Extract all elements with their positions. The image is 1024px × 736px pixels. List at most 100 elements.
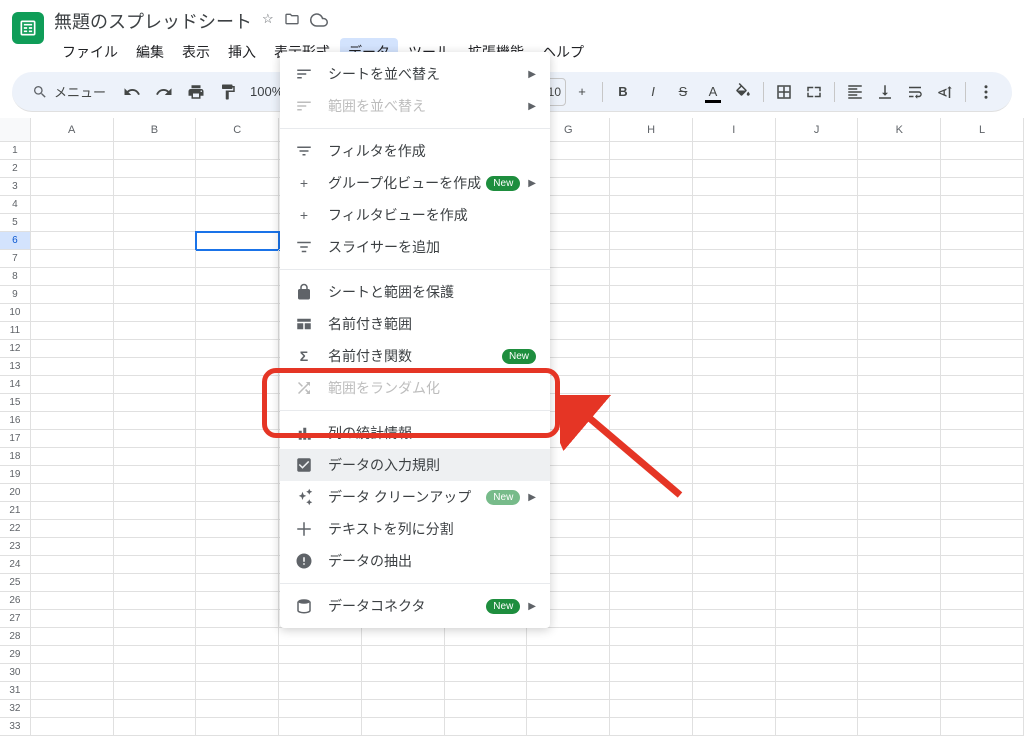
row-header[interactable]: 14	[0, 376, 31, 394]
row-header[interactable]: 3	[0, 178, 31, 196]
cell[interactable]	[941, 142, 1024, 160]
cell[interactable]	[941, 574, 1024, 592]
cell[interactable]	[941, 664, 1024, 682]
cell[interactable]	[776, 268, 859, 286]
row-header[interactable]: 28	[0, 628, 31, 646]
cell[interactable]	[941, 520, 1024, 538]
cell[interactable]	[693, 196, 776, 214]
cell[interactable]	[196, 412, 279, 430]
cell[interactable]	[693, 520, 776, 538]
star-icon[interactable]: ☆	[262, 11, 274, 32]
cell[interactable]	[31, 358, 114, 376]
cell[interactable]	[858, 682, 941, 700]
cell[interactable]	[858, 556, 941, 574]
redo-button[interactable]	[150, 78, 178, 106]
cell[interactable]	[610, 502, 693, 520]
column-header[interactable]: K	[858, 118, 941, 142]
cell[interactable]	[693, 376, 776, 394]
cell[interactable]	[196, 232, 279, 250]
cell[interactable]	[776, 556, 859, 574]
cell[interactable]	[610, 232, 693, 250]
cell[interactable]	[31, 430, 114, 448]
cell[interactable]	[196, 448, 279, 466]
cell[interactable]	[693, 286, 776, 304]
cell[interactable]	[693, 574, 776, 592]
cell[interactable]	[196, 484, 279, 502]
cell[interactable]	[31, 574, 114, 592]
cell[interactable]	[610, 160, 693, 178]
cell[interactable]	[196, 520, 279, 538]
cloud-status-icon[interactable]	[310, 11, 328, 32]
cell[interactable]	[941, 502, 1024, 520]
cell[interactable]	[776, 664, 859, 682]
cell[interactable]	[114, 466, 197, 484]
cell[interactable]	[114, 250, 197, 268]
cell[interactable]	[858, 268, 941, 286]
cell[interactable]	[610, 430, 693, 448]
row-header[interactable]: 6	[0, 232, 31, 250]
cell[interactable]	[114, 340, 197, 358]
borders-button[interactable]	[770, 78, 798, 106]
cell[interactable]	[941, 376, 1024, 394]
cell[interactable]	[693, 358, 776, 376]
cell[interactable]	[858, 448, 941, 466]
cell[interactable]	[693, 700, 776, 718]
cell[interactable]	[31, 664, 114, 682]
cell[interactable]	[610, 178, 693, 196]
cell[interactable]	[114, 430, 197, 448]
cell[interactable]	[693, 502, 776, 520]
cell[interactable]	[114, 160, 197, 178]
cell[interactable]	[196, 340, 279, 358]
row-header[interactable]: 33	[0, 718, 31, 736]
cell[interactable]	[31, 646, 114, 664]
column-header[interactable]: A	[31, 118, 114, 142]
cell[interactable]	[858, 520, 941, 538]
cell[interactable]	[941, 358, 1024, 376]
cell[interactable]	[196, 610, 279, 628]
horizontal-align-button[interactable]	[841, 78, 869, 106]
cell[interactable]	[610, 304, 693, 322]
menu-view[interactable]: 表示	[174, 38, 218, 66]
cell[interactable]	[776, 160, 859, 178]
cell[interactable]	[693, 430, 776, 448]
cell[interactable]	[610, 466, 693, 484]
cell[interactable]	[858, 214, 941, 232]
fill-color-button[interactable]	[729, 78, 757, 106]
cell[interactable]	[610, 646, 693, 664]
cell[interactable]	[610, 610, 693, 628]
cell[interactable]	[114, 700, 197, 718]
row-header[interactable]: 25	[0, 574, 31, 592]
undo-button[interactable]	[118, 78, 146, 106]
cell[interactable]	[114, 286, 197, 304]
row-header[interactable]: 31	[0, 682, 31, 700]
cell[interactable]	[31, 160, 114, 178]
menu-named-functions[interactable]: Σ 名前付き関数 New	[280, 340, 550, 372]
cell[interactable]	[858, 538, 941, 556]
cell[interactable]	[114, 376, 197, 394]
cell[interactable]	[31, 196, 114, 214]
menu-add-slicer[interactable]: スライサーを追加	[280, 231, 550, 263]
column-header[interactable]: B	[114, 118, 197, 142]
row-header[interactable]: 20	[0, 484, 31, 502]
cell[interactable]	[776, 430, 859, 448]
cell[interactable]	[610, 664, 693, 682]
cell[interactable]	[610, 538, 693, 556]
cell[interactable]	[610, 484, 693, 502]
cell[interactable]	[31, 682, 114, 700]
cell[interactable]	[858, 430, 941, 448]
cell[interactable]	[196, 574, 279, 592]
cell[interactable]	[776, 142, 859, 160]
cell[interactable]	[941, 286, 1024, 304]
cell[interactable]	[31, 592, 114, 610]
cell[interactable]	[31, 610, 114, 628]
cell[interactable]	[693, 592, 776, 610]
cell[interactable]	[858, 502, 941, 520]
cell[interactable]	[776, 538, 859, 556]
cell[interactable]	[610, 376, 693, 394]
cell[interactable]	[527, 682, 610, 700]
cell[interactable]	[279, 628, 362, 646]
cell[interactable]	[114, 556, 197, 574]
cell[interactable]	[858, 340, 941, 358]
row-header[interactable]: 30	[0, 664, 31, 682]
cell[interactable]	[693, 160, 776, 178]
